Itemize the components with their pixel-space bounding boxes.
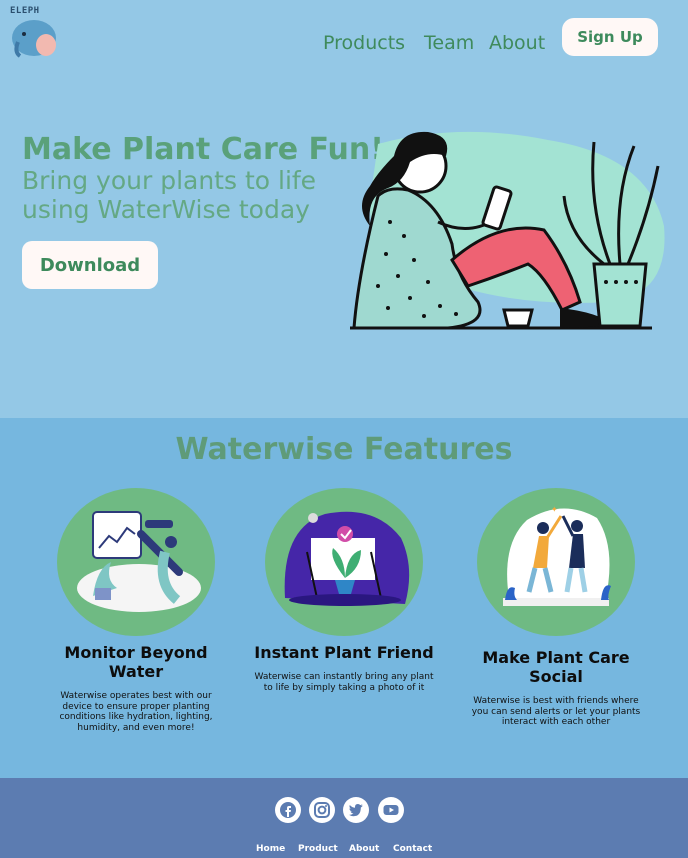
footer-link-home[interactable]: Home [256, 844, 285, 854]
nav-team[interactable]: Team [424, 32, 474, 54]
feature-card-monitor: Monitor Beyond Water Waterwise operates … [36, 488, 236, 733]
feature-card-description: Waterwise is best with friends where you… [471, 696, 641, 727]
features-title: Waterwise Features [175, 432, 513, 467]
social-high-five-illustration: ✦ [503, 505, 611, 606]
hero-headline: Make Plant Care Fun! [22, 132, 384, 167]
download-button[interactable]: Download [22, 241, 158, 289]
feature-card-plant-friend: Instant Plant Friend Waterwise can insta… [244, 488, 444, 693]
facebook-icon[interactable] [275, 797, 301, 823]
monitor-dashboard-illustration [77, 511, 201, 612]
woman-reading-illustration [350, 131, 665, 330]
feature-card-title: Monitor Beyond Water [64, 643, 208, 681]
feature-card-title: Make Plant Care Social [482, 648, 630, 686]
feature-circle [265, 488, 423, 636]
feature-circle: ✦ [477, 488, 635, 636]
twitter-icon[interactable] [343, 797, 369, 823]
hero-subline: Bring your plants to life using WaterWis… [22, 166, 317, 224]
feature-card-description: Waterwise operates best with our device … [59, 691, 213, 733]
feature-card-social: ✦ Make Plant Care Social Waterwise is be… [456, 488, 656, 728]
instagram-icon[interactable] [309, 797, 335, 823]
nav-about[interactable]: About [489, 32, 545, 54]
plant-friend-illustration [284, 511, 410, 606]
footer-link-product[interactable]: Product [298, 844, 338, 854]
feature-card-title: Instant Plant Friend [254, 643, 434, 662]
feature-circle [57, 488, 215, 636]
hero-section: ELEPH Products Team About Sign Up Make P… [0, 0, 688, 418]
site-footer: Home Product About Contact [0, 778, 688, 858]
sign-up-button[interactable]: Sign Up [562, 18, 658, 56]
svg-text:✦: ✦ [551, 505, 558, 514]
youtube-icon[interactable] [378, 797, 404, 823]
logo-text: ELEPH [10, 6, 40, 16]
feature-card-description: Waterwise can instantly bring any plant … [254, 672, 434, 693]
footer-link-contact[interactable]: Contact [393, 844, 432, 854]
footer-link-about[interactable]: About [349, 844, 379, 854]
features-section: Waterwise Features Monitor Beyond Water … [0, 418, 688, 778]
nav-products[interactable]: Products [323, 32, 405, 54]
